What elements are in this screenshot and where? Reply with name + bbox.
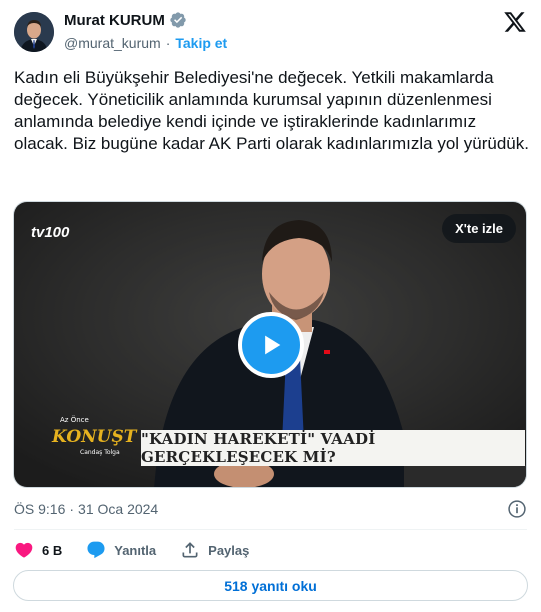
svg-text:KONUŞTUM: KONUŞTUM: [51, 427, 138, 447]
avatar[interactable]: [14, 12, 54, 52]
share-label: Paylaş: [208, 542, 250, 558]
like-button[interactable]: 6 B: [14, 540, 62, 560]
author-handle[interactable]: @murat_kurum: [64, 35, 161, 51]
svg-text:Candaş Tolga: Candaş Tolga: [80, 449, 120, 456]
share-button[interactable]: Paylaş: [180, 540, 249, 560]
action-bar: 6 B Yanıtla Paylaş: [14, 540, 273, 560]
tweet-text: Kadın eli Büyükşehir Belediyesi'ne değec…: [14, 68, 529, 153]
separator-dot: ·: [165, 35, 171, 51]
play-button[interactable]: [238, 312, 304, 378]
channel-logo: tv100: [31, 220, 101, 247]
info-icon[interactable]: [507, 499, 527, 519]
watch-on-x-button[interactable]: X'te izle: [442, 214, 516, 243]
tweet-time[interactable]: ÖS 9:16: [14, 501, 65, 517]
heart-icon: [15, 542, 33, 558]
author-handle-row: @murat_kurum · Takip et: [64, 35, 227, 51]
divider: [14, 529, 527, 530]
timestamp-separator: ·: [69, 501, 75, 517]
svg-text:Az Önce: Az Önce: [60, 415, 89, 424]
video-media[interactable]: tv100 X'te izle Az Önce KONUŞTUM Candaş …: [13, 201, 527, 488]
svg-text:tv100: tv100: [31, 224, 70, 241]
like-count: 6 B: [42, 542, 63, 558]
lower-third-banner: "KADIN HAREKETİ" VAADİ GERÇEKLEŞECEK Mİ?: [141, 430, 525, 466]
play-icon: [265, 335, 281, 355]
author-display-name[interactable]: Murat KURUM: [64, 12, 165, 29]
read-replies-button[interactable]: 518 yanıtı oku: [13, 570, 528, 601]
reply-label: Yanıtla: [114, 542, 157, 558]
author-name-row: Murat KURUM: [64, 11, 187, 29]
show-logo: Az Önce KONUŞTUM Candaş Tolga: [51, 415, 138, 456]
timestamp-row: ÖS 9:16 · 31 Oca 2024: [14, 501, 158, 517]
x-logo-icon[interactable]: [503, 10, 527, 34]
reply-icon: [87, 541, 105, 559]
share-icon: [182, 542, 198, 558]
verified-badge-icon: [170, 12, 186, 28]
follow-button[interactable]: Takip et: [175, 35, 227, 51]
reply-button[interactable]: Yanıtla: [86, 540, 156, 560]
tweet-card: Murat KURUM @murat_kurum · Takip et Kadı…: [0, 0, 541, 612]
tweet-date[interactable]: 31 Oca 2024: [78, 501, 158, 517]
